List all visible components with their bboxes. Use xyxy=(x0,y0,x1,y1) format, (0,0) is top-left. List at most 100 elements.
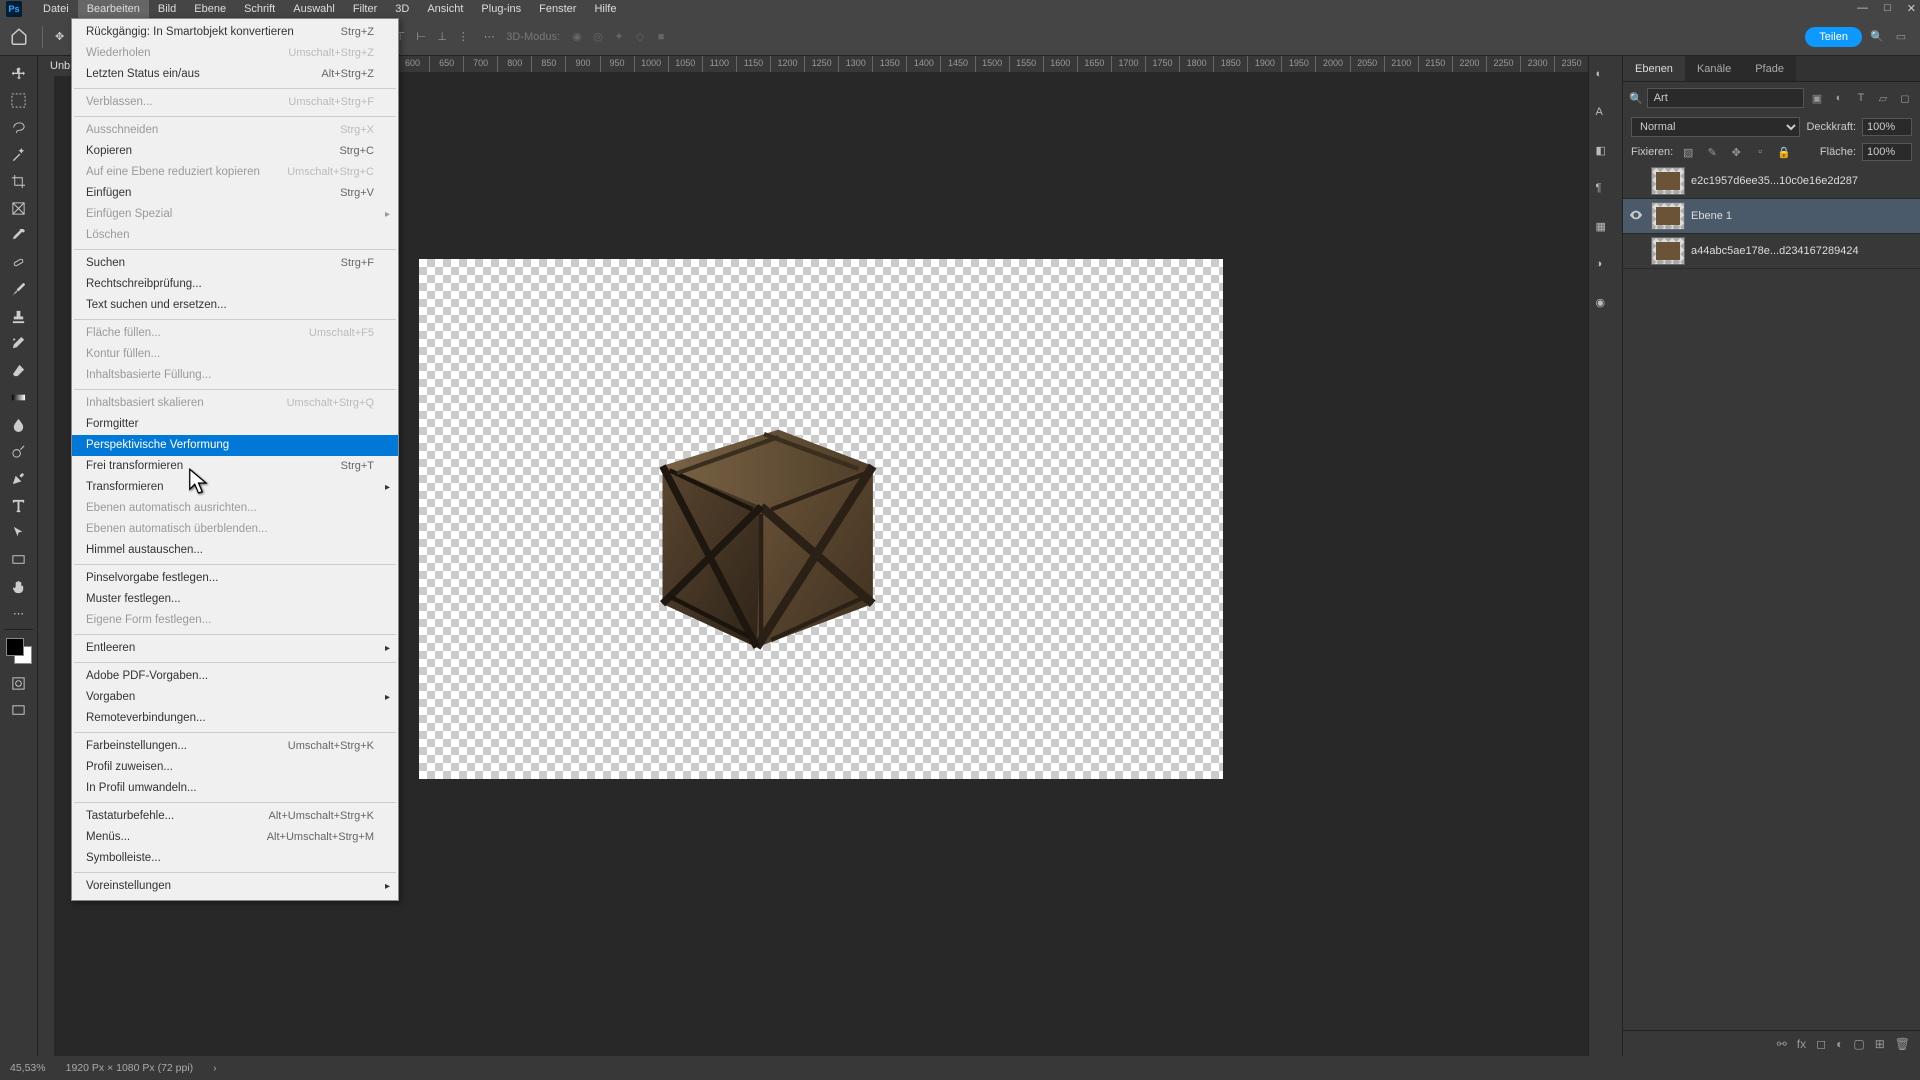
layer-filter-input[interactable] xyxy=(1647,88,1804,108)
menu-bild[interactable]: Bild xyxy=(149,0,185,18)
menu-item[interactable]: Profil zuweisen... xyxy=(72,757,398,778)
menu-bearbeiten[interactable]: Bearbeiten xyxy=(78,0,149,18)
workspace-icon[interactable]: ▭ xyxy=(1892,28,1910,46)
canvas[interactable] xyxy=(419,259,1223,779)
3d-icon-2[interactable]: ◎ xyxy=(589,28,607,46)
menu-item[interactable]: Remoteverbindungen... xyxy=(72,708,398,729)
character-panel-icon[interactable]: A xyxy=(1596,106,1616,126)
filter-type-icon[interactable]: T xyxy=(1852,89,1870,107)
layer-thumbnail[interactable] xyxy=(1651,202,1685,230)
adjustment-layer-icon[interactable]: ◐ xyxy=(1836,1037,1843,1051)
maximize-button[interactable]: □ xyxy=(1884,2,1891,15)
filter-shape-icon[interactable]: ▱ xyxy=(1874,89,1892,107)
layer-visibility-toggle[interactable] xyxy=(1629,243,1645,259)
more-icon[interactable]: ⋯ xyxy=(480,28,498,46)
new-layer-icon[interactable]: ⊞ xyxy=(1875,1037,1885,1051)
menu-item[interactable]: Formgitter xyxy=(72,414,398,435)
frame-tool[interactable] xyxy=(3,195,35,222)
menu-item[interactable]: Muster festlegen... xyxy=(72,589,398,610)
3d-icon-5[interactable]: ■ xyxy=(652,28,670,46)
layer-mask-icon[interactable]: ◻ xyxy=(1816,1037,1826,1051)
layer-group-icon[interactable]: ▢ xyxy=(1853,1037,1864,1051)
menu-datei[interactable]: Datei xyxy=(34,0,78,18)
more-tools[interactable]: ⋯ xyxy=(3,600,35,627)
type-tool[interactable] xyxy=(3,492,35,519)
menu-item[interactable]: Adobe PDF-Vorgaben... xyxy=(72,666,398,687)
move-tool[interactable] xyxy=(3,60,35,87)
lock-artboard-icon[interactable]: ▫ xyxy=(1751,143,1769,161)
libraries-panel-icon[interactable]: ◉ xyxy=(1596,296,1616,316)
menu-item[interactable]: Text suchen und ersetzen... xyxy=(72,295,398,316)
menu-item[interactable]: Himmel austauschen... xyxy=(72,540,398,561)
status-arrow-icon[interactable]: › xyxy=(213,1062,217,1074)
menu-item[interactable]: Farbeinstellungen...Umschalt+Strg+K xyxy=(72,736,398,757)
layer-name[interactable]: Ebene 1 xyxy=(1691,210,1732,222)
menu-ebene[interactable]: Ebene xyxy=(185,0,235,18)
distribute-v-icon[interactable]: ⋮ xyxy=(454,28,472,46)
layer-visibility-toggle[interactable] xyxy=(1629,173,1645,189)
layer-fx-icon[interactable]: fx xyxy=(1797,1037,1806,1051)
dodge-tool[interactable] xyxy=(3,438,35,465)
adjustments-panel-icon[interactable]: ◑ xyxy=(1596,258,1616,278)
layer-name[interactable]: a44abc5ae178e...d234167289424 xyxy=(1691,245,1859,257)
menu-item[interactable]: Frei transformierenStrg+T xyxy=(72,456,398,477)
home-icon[interactable] xyxy=(10,27,30,47)
pen-tool[interactable] xyxy=(3,465,35,492)
eraser-tool[interactable] xyxy=(3,357,35,384)
screen-mode-tool[interactable] xyxy=(3,697,35,724)
magic-wand-tool[interactable] xyxy=(3,141,35,168)
align-middle-icon[interactable]: ⊢ xyxy=(412,28,430,46)
delete-layer-icon[interactable]: 🗑 xyxy=(1895,1037,1910,1051)
panel-tab-ebenen[interactable]: Ebenen xyxy=(1623,56,1685,81)
menu-item[interactable]: Perspektivische Verformung xyxy=(72,435,398,456)
crop-tool[interactable] xyxy=(3,168,35,195)
close-button[interactable]: ✕ xyxy=(1907,2,1916,15)
panel-tab-kanäle[interactable]: Kanäle xyxy=(1685,56,1743,81)
share-button[interactable]: Teilen xyxy=(1805,27,1862,47)
paragraph-panel-icon[interactable]: ¶ xyxy=(1596,182,1616,202)
menu-item[interactable]: In Profil umwandeln... xyxy=(72,778,398,799)
lock-transparency-icon[interactable]: ▨ xyxy=(1679,143,1697,161)
minimize-button[interactable]: — xyxy=(1857,2,1868,15)
rectangle-tool[interactable] xyxy=(3,546,35,573)
lock-pixels-icon[interactable]: ✎ xyxy=(1703,143,1721,161)
menu-auswahl[interactable]: Auswahl xyxy=(284,0,344,18)
zoom-level[interactable]: 45,53% xyxy=(10,1062,46,1074)
align-bottom-icon[interactable]: ⊥ xyxy=(433,28,451,46)
menu-fenster[interactable]: Fenster xyxy=(530,0,585,18)
menu-schrift[interactable]: Schrift xyxy=(235,0,284,18)
menu-item[interactable]: Vorgaben xyxy=(72,687,398,708)
filter-image-icon[interactable]: ▣ xyxy=(1808,89,1826,107)
menu-item[interactable]: Rückgängig: In Smartobjekt konvertierenS… xyxy=(72,22,398,43)
eyedropper-tool[interactable] xyxy=(3,222,35,249)
stamp-tool[interactable] xyxy=(3,303,35,330)
layer-row[interactable]: e2c1957d6ee35...10c0e16e2d287 xyxy=(1623,164,1920,199)
layer-row[interactable]: a44abc5ae178e...d234167289424 xyxy=(1623,234,1920,269)
layer-thumbnail[interactable] xyxy=(1651,237,1685,265)
search-filter-icon[interactable]: 🔍 xyxy=(1629,92,1643,105)
layer-thumbnail[interactable] xyxy=(1651,167,1685,195)
foreground-color[interactable] xyxy=(6,638,24,656)
blur-tool[interactable] xyxy=(3,411,35,438)
3d-icon-1[interactable]: ◉ xyxy=(568,28,586,46)
hand-tool[interactable] xyxy=(3,573,35,600)
menu-hilfe[interactable]: Hilfe xyxy=(585,0,625,18)
marquee-tool[interactable] xyxy=(3,87,35,114)
filter-smart-icon[interactable]: ◻ xyxy=(1896,89,1914,107)
lasso-tool[interactable] xyxy=(3,114,35,141)
lock-position-icon[interactable]: ✥ xyxy=(1727,143,1745,161)
menu-3d[interactable]: 3D xyxy=(386,0,418,18)
healing-tool[interactable] xyxy=(3,249,35,276)
search-icon[interactable]: 🔍 xyxy=(1868,28,1886,46)
menu-item[interactable]: Symbolleiste... xyxy=(72,848,398,869)
menu-item[interactable]: SuchenStrg+F xyxy=(72,253,398,274)
opacity-input[interactable] xyxy=(1862,118,1912,136)
menu-item[interactable]: Tastaturbefehle...Alt+Umschalt+Strg+K xyxy=(72,806,398,827)
3d-icon-4[interactable]: ◇ xyxy=(631,28,649,46)
menu-item[interactable]: KopierenStrg+C xyxy=(72,141,398,162)
layer-name[interactable]: e2c1957d6ee35...10c0e16e2d287 xyxy=(1691,175,1858,187)
fill-input[interactable] xyxy=(1862,143,1912,161)
path-selection-tool[interactable] xyxy=(3,519,35,546)
menu-item[interactable]: Pinselvorgabe festlegen... xyxy=(72,568,398,589)
menu-item[interactable]: Menüs...Alt+Umschalt+Strg+M xyxy=(72,827,398,848)
